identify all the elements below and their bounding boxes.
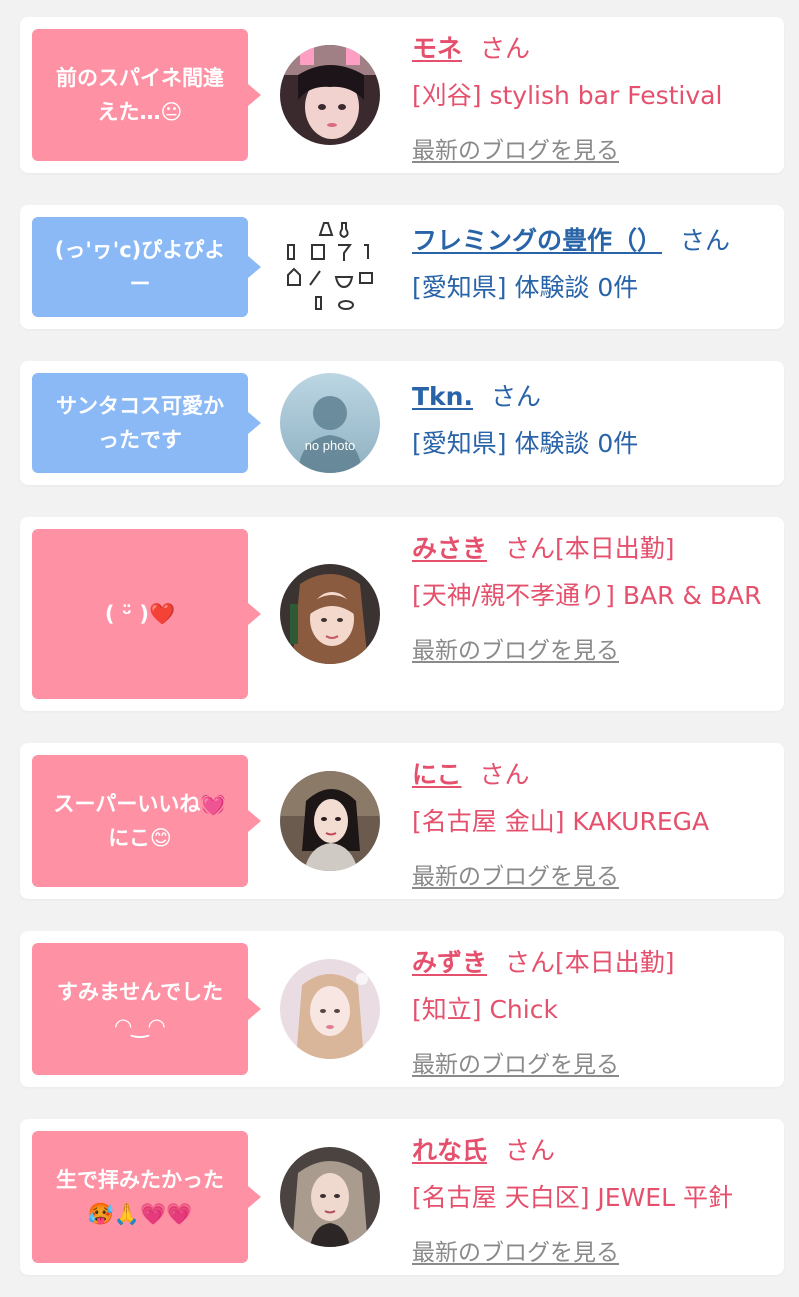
- bubble-text: サンタコス可愛か: [56, 394, 224, 418]
- avatar[interactable]: [280, 217, 380, 317]
- name-suffix: さん: [479, 760, 530, 789]
- bubble-text: すみませんでした: [56, 980, 224, 1004]
- message-card: ( ᵕ̈ )❤️ みさき さん[本日出勤] [天神/親不孝通り] BAR & BA…: [20, 517, 784, 711]
- latest-blog-link[interactable]: 最新のブログを見る: [412, 631, 619, 665]
- message-list: 前のスパイネ間違 えた…😐 モネ さん [刈谷] stylish bar Fest…: [0, 0, 799, 1275]
- message-card: 前のスパイネ間違 えた…😐 モネ さん [刈谷] stylish bar Fest…: [20, 17, 784, 173]
- profile-info: みさき さん[本日出勤] [天神/親不孝通り] BAR & BAR 最新のブログを…: [412, 531, 772, 665]
- bubble-text: (っ'ヮ'c)ぴよぴよ: [54, 238, 226, 262]
- profile-name-link[interactable]: みさき: [412, 534, 487, 563]
- name-suffix: さん: [480, 34, 531, 63]
- message-bubble: ( ᵕ̈ )❤️: [32, 529, 261, 699]
- bubble-text: ◠‿◠: [115, 1014, 165, 1038]
- avatar[interactable]: [280, 771, 380, 871]
- shop-name: [知立] Chick: [412, 995, 558, 1024]
- profile-name-link[interactable]: Tkn.: [412, 382, 473, 411]
- message-bubble: 生で拝みたかった 🥵🙏💗💗: [32, 1131, 261, 1263]
- message-card: サンタコス可愛か ったです no photo Tkn. さん [愛知県] 体験談…: [20, 361, 784, 485]
- message-bubble: (っ'ヮ'c)ぴよぴよ ー: [32, 217, 261, 317]
- avatar[interactable]: [280, 1147, 380, 1247]
- avatar[interactable]: [280, 564, 380, 664]
- message-bubble: すみませんでした ◠‿◠: [32, 943, 261, 1075]
- bubble-text: ( ᵕ̈ )❤️: [104, 602, 176, 626]
- latest-blog-link[interactable]: 最新のブログを見る: [412, 131, 619, 165]
- profile-info: Tkn. さん [愛知県] 体験談 0件: [412, 379, 772, 463]
- bubble-text: 生で拝みたかった: [56, 1168, 224, 1192]
- name-suffix: さん[本日出勤]: [505, 534, 675, 563]
- profile-info: みずき さん[本日出勤] [知立] Chick 最新のブログを見る: [412, 945, 772, 1079]
- message-card: スーパーいいね💓 にこ😊 にこ さん [名古屋 金山] KAKUREGA 最新のブ…: [20, 743, 784, 899]
- shop-name: [愛知県] 体験談 0件: [412, 273, 639, 302]
- profile-info: にこ さん [名古屋 金山] KAKUREGA 最新のブログを見る: [412, 757, 772, 891]
- bubble-text: えた…😐: [97, 100, 183, 124]
- profile-info: モネ さん [刈谷] stylish bar Festival 最新のブログを見る: [412, 31, 772, 165]
- latest-blog-link[interactable]: 最新のブログを見る: [412, 1045, 619, 1079]
- message-card: すみませんでした ◠‿◠ みずき さん[本日出勤] [知立] Chick 最新のブ…: [20, 931, 784, 1087]
- bubble-text: ったです: [98, 428, 182, 452]
- profile-name-link[interactable]: れな氏: [412, 1136, 487, 1165]
- profile-name-link[interactable]: みずき: [412, 948, 487, 977]
- message-bubble: サンタコス可愛か ったです: [32, 373, 261, 473]
- avatar[interactable]: [280, 45, 380, 145]
- shop-name: [名古屋 天白区] JEWEL 平針: [412, 1183, 733, 1212]
- shop-name: [天神/親不孝通り] BAR & BAR: [412, 581, 762, 610]
- name-suffix: さん: [505, 1136, 556, 1165]
- message-card: (っ'ヮ'c)ぴよぴよ ー フレミングの豊作（） さん [愛知県] 体験談 0件: [20, 205, 784, 329]
- shop-name: [愛知県] 体験談 0件: [412, 429, 639, 458]
- profile-name-link[interactable]: モネ: [412, 34, 462, 63]
- profile-info: フレミングの豊作（） さん [愛知県] 体験談 0件: [412, 223, 772, 307]
- profile-name-link[interactable]: フレミングの豊作（）: [412, 226, 662, 255]
- profile-name-link[interactable]: にこ: [412, 760, 462, 789]
- bubble-text: にこ😊: [108, 826, 172, 850]
- name-suffix: さん[本日出勤]: [505, 948, 675, 977]
- shop-name: [刈谷] stylish bar Festival: [412, 81, 723, 110]
- avatar[interactable]: no photo: [280, 373, 380, 473]
- latest-blog-link[interactable]: 最新のブログを見る: [412, 857, 619, 891]
- profile-info: れな氏 さん [名古屋 天白区] JEWEL 平針 最新のブログを見る: [412, 1133, 772, 1267]
- no-photo-label: no photo: [305, 438, 356, 453]
- message-bubble: 前のスパイネ間違 えた…😐: [32, 29, 261, 161]
- name-suffix: さん: [680, 226, 731, 255]
- name-suffix: さん: [490, 382, 541, 411]
- bubble-text: 🥵🙏💗💗: [87, 1202, 193, 1226]
- bubble-text: スーパーいいね💓: [53, 792, 227, 816]
- message-bubble: スーパーいいね💓 にこ😊: [32, 755, 261, 887]
- shop-name: [名古屋 金山] KAKUREGA: [412, 807, 710, 836]
- bubble-text: ー: [129, 272, 151, 296]
- message-card: 生で拝みたかった 🥵🙏💗💗 れな氏 さん [名古屋 天白区] JEWEL 平針 最…: [20, 1119, 784, 1275]
- avatar[interactable]: [280, 959, 380, 1059]
- bubble-text: 前のスパイネ間違: [56, 66, 224, 90]
- latest-blog-link[interactable]: 最新のブログを見る: [412, 1233, 619, 1267]
